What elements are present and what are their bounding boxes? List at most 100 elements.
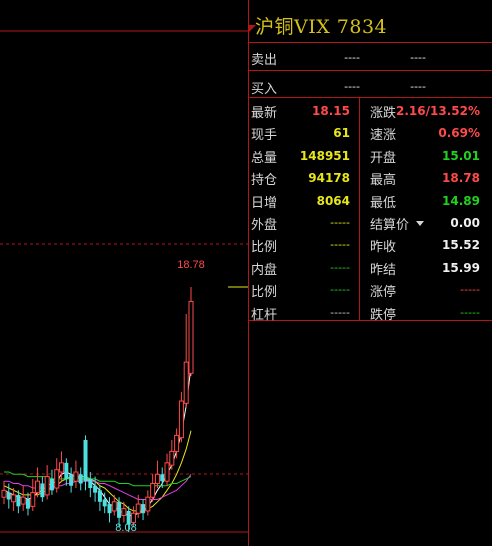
candle bbox=[188, 287, 194, 377]
quote-value: ----- bbox=[330, 283, 350, 297]
quote-label: 跌停 bbox=[370, 307, 397, 323]
candle bbox=[20, 485, 26, 511]
candle bbox=[35, 467, 41, 498]
quote-label[interactable]: 结算价 bbox=[370, 214, 409, 233]
candle bbox=[44, 465, 50, 500]
quote-label: 开盘 bbox=[370, 150, 397, 166]
candlestick-chart[interactable]: 18.78 8.08 bbox=[0, 0, 248, 546]
low-price-label: 8.08 bbox=[115, 522, 136, 534]
candle-body bbox=[121, 508, 127, 517]
buy-price: ---- bbox=[344, 80, 360, 93]
quote-label: 涨跌 bbox=[370, 106, 397, 121]
candle bbox=[154, 460, 160, 489]
candle bbox=[69, 467, 74, 493]
candle-body bbox=[178, 400, 184, 439]
candle-body bbox=[160, 474, 165, 482]
quote-value: 8064 bbox=[316, 193, 350, 208]
quote-panel: 沪铜VIX 7834 卖出 ---- ---- 买入 ---- ---- 最新 1… bbox=[248, 0, 492, 546]
chevron-down-icon[interactable] bbox=[416, 221, 424, 226]
candle bbox=[145, 490, 151, 516]
quote-value: 2.16/13.52% bbox=[396, 104, 480, 118]
candle bbox=[88, 472, 93, 498]
candle bbox=[178, 391, 184, 443]
quote-value: 94178 bbox=[308, 171, 350, 186]
candle-body bbox=[183, 361, 189, 404]
candle bbox=[73, 460, 79, 489]
quote-value: 0.69% bbox=[438, 126, 480, 141]
candle-body bbox=[111, 501, 117, 512]
candle-body bbox=[88, 478, 93, 489]
sell-volume: ---- bbox=[410, 51, 426, 64]
candle bbox=[25, 492, 30, 516]
quote-label: 最低 bbox=[370, 195, 397, 211]
candle-body bbox=[25, 499, 30, 509]
candle-body bbox=[73, 471, 79, 482]
candle-body bbox=[93, 485, 98, 493]
quote-value: 0.00 bbox=[450, 216, 480, 230]
quote-value: 15.52 bbox=[442, 238, 480, 253]
high-price-label: 18.78 bbox=[177, 259, 205, 271]
candle bbox=[141, 499, 146, 521]
quote-value: 15.99 bbox=[442, 260, 480, 275]
candle-body bbox=[117, 501, 122, 518]
quote-value: 18.78 bbox=[442, 171, 480, 186]
quote-label: 最高 bbox=[370, 173, 397, 189]
candle-body bbox=[174, 434, 180, 452]
quote-label: 比例 bbox=[251, 240, 278, 256]
candle-body bbox=[20, 496, 26, 505]
quote-label: 比例 bbox=[251, 285, 278, 301]
candle-body bbox=[107, 504, 112, 514]
quote-label: 速涨 bbox=[370, 128, 397, 144]
buy-volume: ---- bbox=[410, 80, 426, 93]
candle-body bbox=[11, 494, 17, 503]
quote-value: 15.01 bbox=[442, 148, 480, 163]
candle bbox=[78, 467, 83, 491]
buy-label: 买入 bbox=[251, 82, 278, 97]
candle bbox=[54, 458, 60, 493]
quote-label: 日增 bbox=[251, 195, 278, 211]
quote-label: 总量 bbox=[251, 150, 278, 166]
candle-body bbox=[130, 512, 136, 523]
candle-body bbox=[44, 476, 50, 496]
candle-body bbox=[141, 504, 146, 514]
quote-value: 148951 bbox=[299, 148, 350, 163]
candle bbox=[107, 497, 112, 523]
candle-body bbox=[102, 499, 107, 507]
candle bbox=[150, 474, 156, 502]
column-divider bbox=[359, 98, 360, 320]
candle-body bbox=[83, 439, 88, 482]
quote-value: ----- bbox=[460, 283, 480, 297]
quote-value: ----- bbox=[330, 305, 350, 319]
candle bbox=[174, 428, 180, 459]
candle-body bbox=[30, 492, 36, 507]
candle-body bbox=[145, 496, 151, 512]
sell-label: 卖出 bbox=[251, 53, 278, 68]
candle-body bbox=[6, 492, 11, 500]
candle bbox=[1, 481, 7, 505]
candle bbox=[169, 439, 175, 470]
divider bbox=[249, 70, 492, 71]
candle-body bbox=[150, 482, 156, 498]
quote-label: 持仓 bbox=[251, 173, 278, 189]
candle bbox=[83, 435, 88, 491]
candle-body bbox=[69, 474, 74, 486]
candle-body bbox=[16, 494, 21, 507]
candle-body bbox=[188, 300, 194, 374]
candle bbox=[164, 453, 170, 486]
candle-body bbox=[54, 469, 60, 489]
candle-body bbox=[40, 483, 45, 498]
candle-body bbox=[78, 474, 83, 484]
quote-value: ----- bbox=[460, 305, 480, 319]
candle-body bbox=[164, 462, 170, 482]
quote-label: 最新 bbox=[251, 106, 278, 121]
candle bbox=[49, 469, 54, 495]
candle-body bbox=[64, 462, 69, 479]
quote-value: 61 bbox=[333, 126, 350, 141]
candle-body bbox=[1, 489, 7, 498]
candle-body bbox=[59, 462, 65, 473]
quote-label: 外盘 bbox=[251, 218, 278, 233]
candle-body bbox=[135, 503, 141, 514]
candle bbox=[64, 458, 69, 486]
quote-label: 昨收 bbox=[370, 240, 397, 256]
candle-body bbox=[35, 480, 41, 494]
